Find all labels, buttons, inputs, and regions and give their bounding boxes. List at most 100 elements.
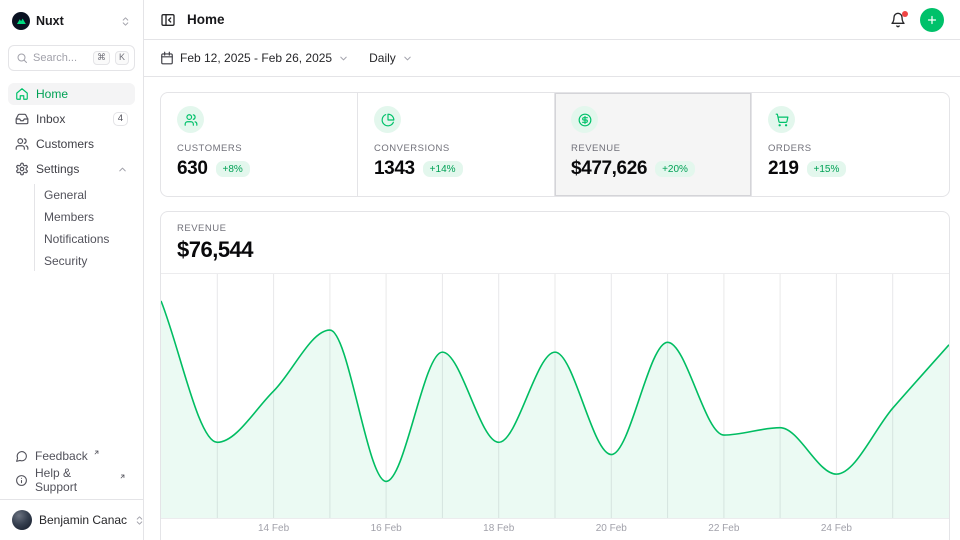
revenue-area-chart[interactable] [161, 274, 949, 519]
chart-header: REVENUE $76,544 [161, 212, 949, 274]
kbd-cmd: ⌘ [93, 51, 110, 65]
header-actions [890, 8, 944, 32]
sub-item-label: Members [44, 210, 94, 224]
calendar-icon [160, 51, 174, 65]
axis-tick-label: 20 Feb [596, 523, 627, 534]
axis-tick-label: 22 Feb [708, 523, 739, 534]
stat-delta-badge: +20% [655, 161, 695, 177]
stat-value: 1343 [374, 158, 415, 180]
inbox-icon [15, 112, 29, 126]
nuxt-logo-icon [12, 12, 30, 30]
users-icon [15, 137, 29, 151]
sidebar-item-settings[interactable]: Settings [8, 158, 135, 180]
stat-delta-badge: +15% [807, 161, 847, 177]
shopping-cart-icon [768, 106, 795, 133]
gear-icon [15, 162, 29, 176]
sidebar-subitem-general[interactable]: General [35, 184, 135, 205]
external-link-icon [93, 449, 100, 456]
page-title: Home [187, 12, 225, 27]
stats-row: CUSTOMERS 630 +8% CONVERSIONS 1343 +14% [160, 92, 950, 197]
axis-tick-label: 16 Feb [371, 523, 402, 534]
team-switcher[interactable]: Nuxt [8, 10, 135, 32]
sidebar-item-label: Home [36, 87, 68, 101]
notification-dot [902, 11, 908, 17]
stat-value: 630 [177, 158, 208, 180]
stat-card-revenue[interactable]: REVENUE $477,626 +20% [555, 93, 752, 196]
sidebar-item-label: Inbox [36, 112, 65, 126]
sidebar-item-inbox[interactable]: Inbox 4 [8, 108, 135, 130]
stat-label: ORDERS [768, 143, 933, 154]
sub-item-label: General [44, 188, 87, 202]
axis-tick-label: 14 Feb [258, 523, 289, 534]
page-content: CUSTOMERS 630 +8% CONVERSIONS 1343 +14% [144, 77, 960, 540]
filters-toolbar: Feb 12, 2025 - Feb 26, 2025 Daily [144, 40, 960, 77]
feedback-link[interactable]: Feedback [8, 445, 135, 467]
sidebar-subitem-members[interactable]: Members [35, 206, 135, 227]
stat-delta-badge: +14% [423, 161, 463, 177]
chevron-up-icon [117, 164, 128, 175]
user-menu[interactable]: Benjamin Canac [8, 502, 135, 532]
chat-bubble-icon [15, 450, 28, 463]
sidebar-nav: Home Inbox 4 Customers Settings [8, 83, 135, 272]
chevron-down-icon [338, 53, 349, 64]
settings-sub-list: General Members Notifications Security [34, 184, 135, 271]
date-range-label: Feb 12, 2025 - Feb 26, 2025 [180, 51, 332, 65]
stat-label: REVENUE [571, 143, 735, 154]
notifications-bell-icon[interactable] [890, 12, 906, 28]
user-name: Benjamin Canac [39, 513, 127, 527]
sidebar-collapse-icon[interactable] [160, 12, 176, 28]
revenue-chart-card: REVENUE $76,544 14 Feb 16 Feb 18 Feb 20 Feb… [160, 211, 950, 540]
plus-icon [926, 14, 938, 26]
stat-card-orders[interactable]: ORDERS 219 +15% [752, 93, 949, 196]
main-panel: Home Feb 12, 2025 - Feb 26, 2025 [144, 0, 960, 540]
avatar [12, 510, 32, 530]
page-header: Home [144, 0, 960, 40]
search-input[interactable]: Search... ⌘ K [8, 45, 135, 71]
stat-value: $477,626 [571, 158, 647, 180]
pie-chart-icon [374, 106, 401, 133]
sidebar-item-home[interactable]: Home [8, 83, 135, 105]
search-icon [16, 52, 28, 64]
chevron-down-icon [402, 53, 413, 64]
sidebar-item-label: Customers [36, 137, 94, 151]
external-link-icon [119, 473, 126, 480]
axis-tick-label: 24 Feb [821, 523, 852, 534]
chart-metric-value: $76,544 [177, 237, 933, 263]
sidebar-item-customers[interactable]: Customers [8, 133, 135, 155]
footer-item-label: Help & Support [35, 466, 114, 494]
add-button[interactable] [920, 8, 944, 32]
kbd-k: K [115, 51, 129, 65]
help-support-link[interactable]: Help & Support [8, 469, 135, 491]
sub-item-label: Security [44, 254, 87, 268]
x-axis: 14 Feb 16 Feb 18 Feb 20 Feb 22 Feb 24 Feb [161, 519, 949, 540]
granularity-label: Daily [369, 51, 396, 65]
chevrons-up-down-icon [120, 16, 131, 27]
divider [0, 499, 143, 500]
stat-label: CUSTOMERS [177, 143, 341, 154]
sidebar-footer: Feedback Help & Support Benjamin Canac [8, 445, 135, 532]
stat-delta-badge: +8% [216, 161, 250, 177]
info-circle-icon [15, 474, 28, 487]
sidebar: Nuxt Search... ⌘ K Home [0, 0, 144, 540]
sidebar-subitem-security[interactable]: Security [35, 250, 135, 271]
search-placeholder: Search... [33, 52, 88, 64]
brand-name: Nuxt [36, 14, 64, 28]
sidebar-item-label: Settings [36, 162, 79, 176]
footer-item-label: Feedback [35, 449, 88, 463]
granularity-select[interactable]: Daily [369, 51, 413, 65]
stat-card-customers[interactable]: CUSTOMERS 630 +8% [161, 93, 358, 196]
axis-tick-label: 18 Feb [483, 523, 514, 534]
sidebar-subitem-notifications[interactable]: Notifications [35, 228, 135, 249]
home-icon [15, 87, 29, 101]
sub-item-label: Notifications [44, 232, 109, 246]
chart-svg[interactable] [161, 274, 949, 518]
stat-label: CONVERSIONS [374, 143, 538, 154]
app-window: Nuxt Search... ⌘ K Home [0, 0, 960, 540]
dollar-circle-icon [571, 106, 598, 133]
chart-metric-label: REVENUE [177, 223, 933, 234]
stat-card-conversions[interactable]: CONVERSIONS 1343 +14% [358, 93, 555, 196]
stat-value: 219 [768, 158, 799, 180]
date-range-picker[interactable]: Feb 12, 2025 - Feb 26, 2025 [160, 51, 349, 65]
users-icon [177, 106, 204, 133]
inbox-count-badge: 4 [113, 112, 128, 126]
